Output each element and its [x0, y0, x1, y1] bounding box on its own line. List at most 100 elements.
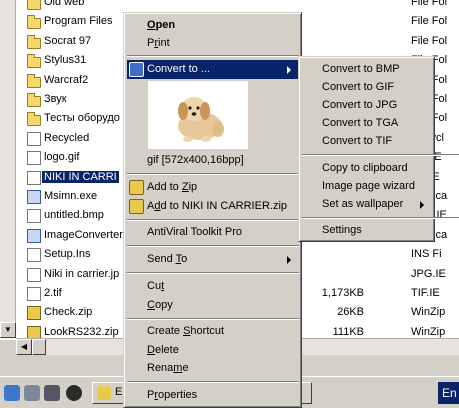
folder-icon [27, 0, 41, 10]
file-type: File Fol [411, 0, 448, 8]
menu-item-print[interactable]: Print [127, 34, 299, 53]
doc-icon [27, 248, 41, 263]
file-name: untitled.bmp [44, 209, 104, 222]
submenu-arrow-icon [287, 66, 291, 74]
set-wallpaper-label: Set as wallpaper [322, 198, 404, 210]
menu-item-cut[interactable]: Cut [127, 277, 299, 296]
file-name: Тесты оборудо [44, 112, 120, 125]
file-name: Socrat 97 [44, 34, 92, 47]
convert-icon [129, 62, 144, 77]
exe-icon [27, 228, 41, 243]
recycle-icon [27, 131, 41, 146]
file-type: File Fol [411, 15, 448, 28]
file-size: 1,173KB [321, 287, 364, 299]
submenu-item-settings[interactable]: Settings [302, 221, 432, 240]
menu-separator [127, 245, 299, 247]
folder-icon [27, 34, 41, 49]
doc-icon [27, 151, 41, 166]
convert-submenu: Convert to BMP Convert to GIF Convert to… [298, 56, 459, 242]
folder-icon [27, 93, 41, 107]
doc-icon [27, 170, 41, 185]
menu-separator [127, 173, 299, 175]
file-type: TIF.IE [411, 287, 440, 299]
file-name: LookRS232.zip [44, 325, 119, 338]
menu-item-add-to-named-zip[interactable]: Add to NIKI IN CARRIER.zip [127, 197, 299, 216]
quick-launch-ie-icon[interactable] [4, 385, 20, 401]
scroll-left-button[interactable]: ◀ [16, 339, 32, 355]
file-name: Звук [44, 93, 67, 105]
submenu-item-convert-tga[interactable]: Convert to TGA [302, 114, 432, 133]
file-name: Old web [44, 0, 85, 8]
file-name: logo.gif [44, 151, 80, 164]
file-name: Setup.Ins [44, 248, 91, 261]
file-type: WinZip [411, 306, 446, 319]
menu-item-open[interactable]: Open [127, 16, 299, 35]
menu-separator [302, 217, 459, 219]
doc-icon [27, 267, 41, 282]
submenu-item-set-wallpaper[interactable]: Set as wallpaper [302, 195, 432, 214]
quick-launch-player-icon[interactable] [66, 385, 82, 401]
vertical-scrollbar[interactable]: ▼ [0, 0, 16, 338]
submenu-arrow-icon [420, 201, 424, 209]
image-preview [148, 81, 248, 149]
doc-icon [27, 287, 41, 301]
file-type: INS Fi [411, 248, 442, 261]
menu-item-delete[interactable]: Delete [127, 341, 299, 360]
submenu-arrow-icon [287, 256, 291, 264]
taskbar-task-label: E [115, 386, 123, 398]
menu-item-add-to-zip[interactable]: Add to Zip [127, 178, 299, 197]
submenu-item-convert-bmp[interactable]: Convert to BMP [302, 60, 432, 79]
winzip-icon [129, 199, 144, 214]
folder-icon [27, 54, 41, 69]
exe-icon [27, 190, 41, 204]
menu-item-copy[interactable]: Copy [127, 296, 299, 315]
menu-separator [127, 381, 299, 383]
zip-icon [27, 306, 41, 321]
folder-icon [27, 112, 41, 127]
menu-item-antiviral[interactable]: AntiViral Toolkit Pro [127, 223, 299, 242]
menu-separator [127, 272, 299, 274]
file-size: 111KB [332, 325, 364, 338]
file-type: WinZip [411, 325, 446, 338]
menu-item-properties[interactable]: Properties [127, 386, 299, 405]
file-name: Recycled [44, 131, 90, 144]
submenu-item-copy-clipboard[interactable]: Copy to clipboard [302, 159, 432, 178]
folder-icon [27, 73, 41, 88]
file-name: Program Files [44, 15, 113, 28]
submenu-item-convert-jpg[interactable]: Convert to JPG [302, 96, 432, 115]
scroll-thumb[interactable] [32, 339, 46, 355]
menu-item-send-to[interactable]: Send To [127, 250, 299, 269]
menu-item-convert-to[interactable]: Convert to ... [127, 60, 299, 79]
quick-launch-settings-icon[interactable] [44, 385, 60, 401]
menu-item-create-shortcut[interactable]: Create Shortcut [127, 322, 299, 341]
file-name: Niki in carrier.jp [44, 267, 120, 280]
language-indicator[interactable]: En [438, 382, 459, 404]
menu-separator [127, 55, 299, 57]
preview-caption: gif [572x400,16bpp] [147, 154, 244, 166]
winzip-icon [129, 180, 144, 195]
file-size: 26KB [337, 306, 364, 319]
submenu-item-convert-gif[interactable]: Convert to GIF [302, 78, 432, 97]
file-name: Msimn.exe [44, 190, 98, 202]
puppy-thumbnail [148, 81, 248, 149]
menu-separator [127, 219, 299, 221]
context-menu: Open Print Convert to ... gif [572x400,1… [123, 12, 302, 408]
quick-launch-explorer-icon[interactable] [24, 385, 40, 401]
menu-separator [302, 154, 459, 156]
menu-separator [127, 318, 299, 320]
scroll-down-button[interactable]: ▼ [0, 322, 16, 338]
file-type: File Fol [411, 34, 448, 47]
submenu-item-image-wizard[interactable]: Image page wizard [302, 177, 432, 196]
file-name: Check.zip [44, 306, 93, 319]
submenu-item-convert-tif[interactable]: Convert to TIF [302, 132, 432, 151]
file-type: JPG.IE [411, 267, 446, 280]
file-name: 2.tif [44, 287, 62, 299]
menu-item-rename[interactable]: Rename [127, 359, 299, 378]
folder-icon [97, 386, 111, 400]
folder-icon [27, 15, 41, 30]
file-name: Warcraf2 [44, 73, 89, 86]
file-name: ImageConverter [44, 228, 123, 241]
doc-icon [27, 209, 41, 224]
file-name: Stylus31 [44, 54, 87, 67]
convert-to-label: Convert to ... [147, 63, 210, 75]
